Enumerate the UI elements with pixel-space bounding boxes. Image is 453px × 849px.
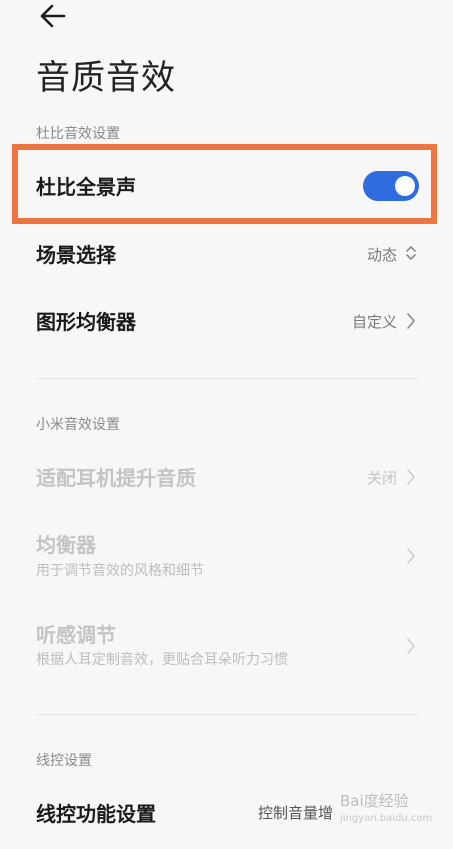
watermark: Bai度经验 jingyan.baidu.com [340, 790, 440, 840]
scene-select-row[interactable]: 场景选择 动态 [0, 230, 453, 280]
dolby-atmos-toggle[interactable] [363, 171, 419, 201]
page-title: 音质音效 [36, 58, 176, 98]
chevron-right-icon [407, 469, 415, 485]
chevron-right-icon [407, 313, 415, 329]
headphone-quality-value: 关闭 [366, 469, 397, 487]
dolby-atmos-label: 杜比全景声 [36, 175, 136, 199]
graphic-eq-value: 自定义 [351, 313, 397, 331]
wired-control-value: 控制音量增 [257, 804, 333, 822]
section-label-xiaomi: 小米音效设置 [36, 417, 120, 433]
divider [36, 378, 417, 379]
section-label-dolby: 杜比音效设置 [36, 126, 120, 142]
chevron-right-icon [407, 548, 415, 564]
watermark-text: Bai度经验 [340, 792, 409, 810]
up-down-chevron-icon [406, 246, 416, 260]
equalizer-subtitle: 用于调节音效的风格和细节 [36, 563, 204, 579]
scene-select-label: 场景选择 [36, 243, 116, 267]
headphone-quality-row[interactable]: 适配耳机提升音质 关闭 [0, 455, 453, 505]
hearing-adjust-subtitle: 根据人耳定制音效，更贴合耳朵听力习惯 [36, 652, 288, 668]
headphone-quality-label: 适配耳机提升音质 [36, 466, 196, 490]
wired-control-label: 线控功能设置 [36, 802, 156, 826]
equalizer-label: 均衡器 [36, 533, 96, 557]
toggle-knob [395, 176, 415, 196]
back-button[interactable] [30, 0, 70, 34]
graphic-eq-row[interactable]: 图形均衡器 自定义 [0, 297, 453, 347]
divider [36, 714, 417, 715]
arrow-left-icon [40, 4, 66, 28]
section-label-wired: 线控设置 [36, 753, 92, 769]
hearing-adjust-row[interactable]: 听感调节 根据人耳定制音效，更贴合耳朵听力习惯 [0, 615, 453, 677]
watermark-url: jingyan.baidu.com [340, 813, 433, 824]
chevron-right-icon [407, 638, 415, 654]
graphic-eq-label: 图形均衡器 [36, 310, 136, 334]
hearing-adjust-label: 听感调节 [36, 623, 116, 647]
equalizer-row[interactable]: 均衡器 用于调节音效的风格和细节 [0, 525, 453, 587]
scene-select-value: 动态 [366, 246, 397, 264]
